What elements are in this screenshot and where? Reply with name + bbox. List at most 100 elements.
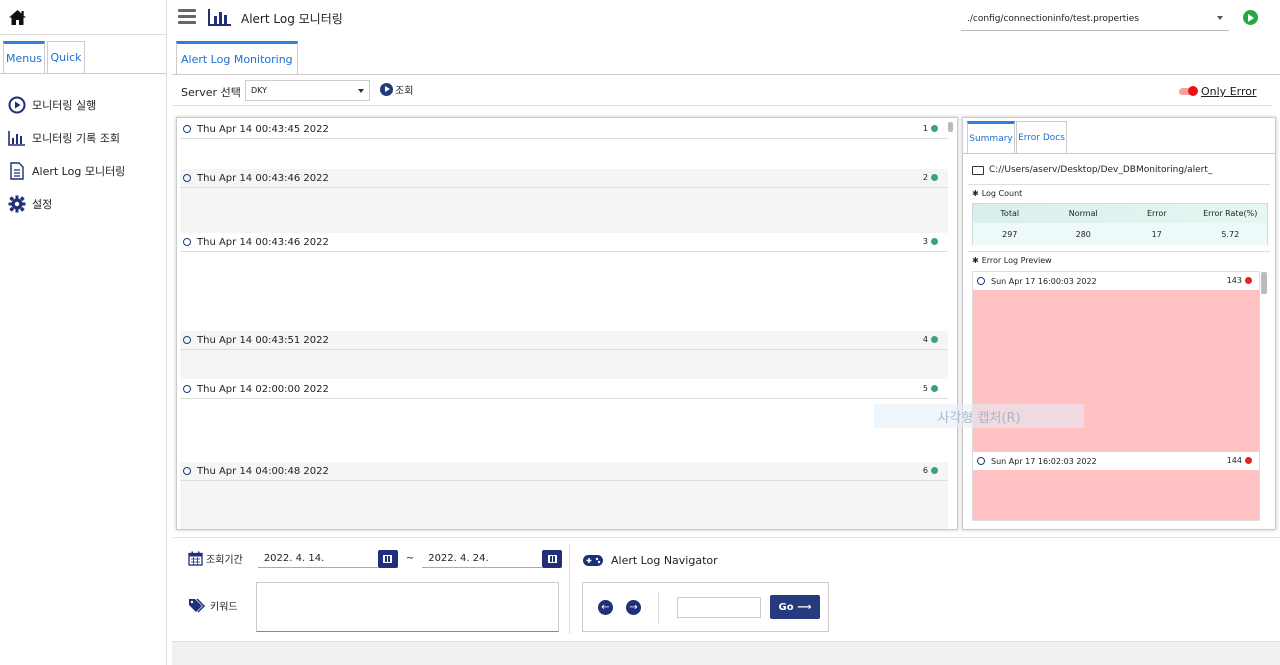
- server-value: DKY: [251, 86, 268, 95]
- log-entry[interactable]: Thu Apr 14 04:00:48 2022 6: [180, 462, 948, 529]
- capture-overlay: 사각형 캡처(R): [874, 404, 1084, 428]
- query-button[interactable]: 조회: [380, 82, 413, 97]
- period-label: 조회기간: [206, 555, 243, 566]
- clock-icon: [183, 125, 191, 133]
- column-header: Error: [1147, 209, 1167, 218]
- period-row: 조회기간 2022. 4. 14. ~ 2022. 4. 24.: [188, 549, 563, 568]
- sidebar-item-monitoring-run[interactable]: 모니터링 실행: [8, 88, 125, 121]
- top-bar: Alert Log 모니터링 ./config/connectioninfo/t…: [172, 0, 1280, 35]
- page-title: Alert Log 모니터링: [241, 12, 343, 26]
- divider: [658, 591, 659, 624]
- column-header: Error Rate(%): [1203, 209, 1258, 218]
- start-date-calendar-button[interactable]: [377, 549, 398, 568]
- server-label: Server 선택: [181, 86, 241, 99]
- clock-icon: [183, 238, 191, 246]
- chevron-down-icon: [1217, 16, 1223, 20]
- error-time: Sun Apr 17 16:02:03 2022: [991, 456, 1097, 466]
- scrollbar[interactable]: [948, 122, 953, 132]
- divider: [968, 251, 1270, 252]
- config-file-select[interactable]: ./config/connectioninfo/test.properties: [961, 7, 1229, 31]
- table-cell: 5.72: [1221, 229, 1240, 239]
- bar-chart-icon: [8, 129, 26, 147]
- error-entry[interactable]: Sun Apr 17 16:02:03 2022 144: [973, 452, 1259, 520]
- divider: [963, 153, 1275, 154]
- toggle-switch[interactable]: [1179, 86, 1198, 96]
- table-cell: 17: [1151, 229, 1162, 239]
- log-number: 1: [922, 124, 928, 133]
- divider: [0, 73, 167, 74]
- status-dot-icon: [931, 174, 938, 181]
- keyword-input[interactable]: [256, 582, 559, 632]
- navigator-controls: ← → Go ⟶: [582, 582, 829, 632]
- log-body: [180, 252, 948, 331]
- next-arrow-icon[interactable]: →: [626, 600, 641, 615]
- log-time: Thu Apr 14 02:00:00 2022: [197, 383, 329, 395]
- only-error-toggle[interactable]: Only Error: [1179, 85, 1257, 98]
- navigator-title-text: Alert Log Navigator: [611, 554, 718, 567]
- error-log-preview[interactable]: Sun Apr 17 16:00:03 2022 143 Sun Apr 17 1…: [972, 271, 1260, 521]
- chevron-down-icon: [358, 89, 364, 93]
- tab-error-docs[interactable]: Error Docs: [1016, 121, 1067, 154]
- clock-icon: [183, 467, 191, 475]
- start-date-input[interactable]: 2022. 4. 14.: [257, 549, 378, 568]
- column-header: Total: [1000, 209, 1020, 218]
- clock-icon: [183, 174, 191, 182]
- previous-arrow-icon[interactable]: ←: [598, 600, 613, 615]
- filter-row: Server 선택 DKY 조회 Only Error: [172, 78, 1272, 106]
- range-tilde: ~: [405, 553, 415, 564]
- error-body: [973, 470, 1259, 520]
- play-circle-icon: [8, 96, 26, 114]
- tab-alert-log-monitoring[interactable]: Alert Log Monitoring: [176, 41, 298, 74]
- error-preview-text: Error Log Preview: [981, 256, 1052, 265]
- asterisk-icon: ✱: [972, 189, 979, 198]
- end-date-calendar-button[interactable]: [542, 549, 563, 568]
- error-number: 144: [1226, 456, 1242, 465]
- table-cell: 280: [1075, 229, 1091, 239]
- log-number: 4: [922, 335, 928, 344]
- log-count-label: ✱ Log Count: [972, 189, 1022, 198]
- only-error-label: Only Error: [1201, 85, 1257, 98]
- log-entry[interactable]: Thu Apr 14 00:43:51 2022 4: [180, 331, 948, 379]
- status-dot-icon: [1245, 457, 1252, 464]
- status-dot-icon: [931, 336, 938, 343]
- search-panel: 조회기간 2022. 4. 14. ~ 2022. 4. 24. 키워드 Ale…: [172, 537, 1280, 637]
- file-path-text: C://Users/aserv/Desktop/Dev_DBMonitoring…: [989, 165, 1213, 175]
- asterisk-icon: ✱: [972, 256, 979, 265]
- table-row: 297 280 17 5.72: [973, 223, 1267, 245]
- log-entry[interactable]: Thu Apr 14 00:43:46 2022 2: [180, 169, 948, 233]
- log-entry[interactable]: Thu Apr 14 02:00:00 2022 5: [180, 380, 948, 462]
- log-body: [180, 188, 948, 233]
- tab-quick[interactable]: Quick: [47, 41, 85, 73]
- log-entry[interactable]: Thu Apr 14 00:43:45 2022 1: [180, 120, 948, 169]
- go-button[interactable]: Go ⟶: [770, 595, 820, 619]
- sidebar-item-label: 설정: [32, 197, 53, 211]
- home-icon[interactable]: [8, 9, 27, 26]
- gear-icon: [8, 195, 26, 213]
- calendar-icon: [383, 554, 393, 563]
- sidebar-item-alert-log[interactable]: Alert Log 모니터링: [8, 154, 125, 187]
- sidebar-item-history[interactable]: 모니터링 기록 조회: [8, 121, 125, 154]
- sidebar-item-settings[interactable]: 설정: [8, 187, 125, 220]
- tab-summary[interactable]: Summary: [967, 121, 1015, 154]
- run-button[interactable]: [1243, 10, 1258, 25]
- status-dot-icon: [931, 385, 938, 392]
- hamburger-menu-icon[interactable]: [178, 9, 196, 25]
- sidebar-item-label: Alert Log 모니터링: [32, 164, 126, 178]
- navigator-input[interactable]: [677, 597, 761, 618]
- clock-icon: [977, 277, 985, 285]
- end-date-input[interactable]: 2022. 4. 24.: [422, 549, 543, 568]
- sidebar-tabs: Menus Quick: [3, 41, 87, 73]
- log-list[interactable]: Thu Apr 14 00:43:45 2022 1 Thu Apr 14 00:…: [176, 117, 958, 530]
- log-time: Thu Apr 14 00:43:51 2022: [197, 334, 329, 346]
- log-count-text: Log Count: [981, 189, 1023, 198]
- server-select[interactable]: DKY: [245, 80, 370, 101]
- scrollbar[interactable]: [1261, 272, 1267, 294]
- main-content: Alert Log 모니터링 ./config/connectioninfo/t…: [172, 0, 1280, 665]
- tab-menus[interactable]: Menus: [3, 41, 45, 73]
- sidebar-item-label: 모니터링 기록 조회: [32, 131, 120, 145]
- status-dot-icon: [931, 125, 938, 132]
- folder-icon: [972, 165, 984, 175]
- clock-icon: [977, 457, 985, 465]
- log-entry[interactable]: Thu Apr 14 00:43:46 2022 3: [180, 233, 948, 331]
- log-time: Thu Apr 14 00:43:46 2022: [197, 236, 329, 248]
